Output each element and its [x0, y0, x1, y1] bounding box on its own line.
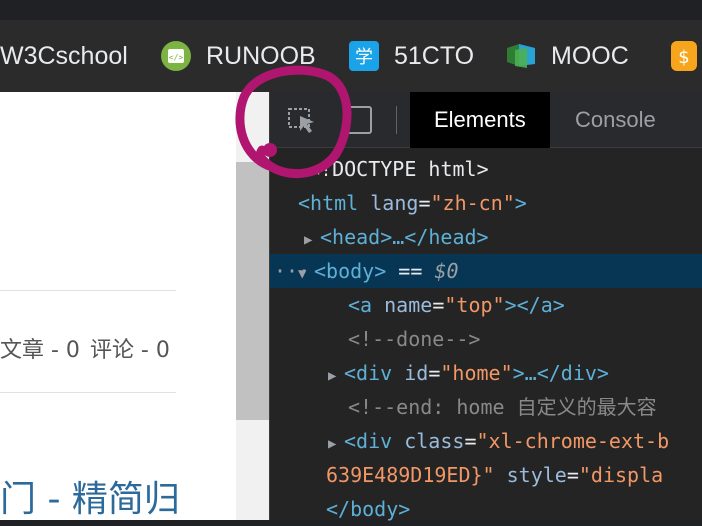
dom-node-html[interactable]: <html lang="zh-cn">: [270, 186, 702, 220]
bookmark-mooc[interactable]: MOOC: [505, 20, 629, 92]
bookmarks-bar: W3Cschool </> RUNOOB 学 51CTO MOOC $: [0, 20, 702, 92]
comments-count: 评论 - 0: [89, 338, 170, 363]
bookmark-label: MOOC: [551, 41, 629, 70]
dom-node-doctype[interactable]: <!DOCTYPE html>: [270, 152, 702, 186]
toolbar-separator: [396, 106, 397, 134]
more-actions-icon[interactable]: ···: [270, 254, 310, 288]
browser-top-strip: [0, 0, 702, 20]
divider: [0, 392, 176, 393]
device-toolbar-icon[interactable]: [344, 106, 372, 134]
mooc-icon: [507, 44, 535, 68]
post-title-link[interactable]: 门 - 精简归: [0, 470, 180, 520]
orange-s-icon: $: [671, 41, 697, 71]
bookmark-label: 51CTO: [394, 41, 475, 70]
devtools-panel: Elements Console <!DOCTYPE html> <html l…: [269, 92, 702, 521]
dom-node-div-home[interactable]: ▶ <div id="home">…</div>: [270, 356, 702, 390]
svg-text:学: 学: [355, 47, 373, 68]
dom-node-div-ext[interactable]: ▶ <div class="xl-chrome-ext-b: [270, 424, 702, 458]
tab-console[interactable]: Console: [551, 92, 680, 148]
page-scrollbar-thumb[interactable]: [236, 162, 269, 420]
bookmark-label: RUNOOB: [206, 41, 316, 70]
collapse-triangle-icon[interactable]: ▼: [298, 257, 314, 291]
bookmark-51cto[interactable]: 学 51CTO: [348, 20, 474, 92]
expand-triangle-icon[interactable]: ▶: [304, 223, 320, 257]
bookmark-w3cschool[interactable]: W3Cschool: [0, 20, 128, 92]
divider: [0, 290, 176, 291]
dom-node-comment[interactable]: <!--done-->: [270, 322, 702, 356]
dom-node-head[interactable]: ▶ <head>…</head>: [270, 220, 702, 254]
bookmark-runoob[interactable]: </> RUNOOB: [160, 20, 316, 92]
articles-count: 文章 - 0: [0, 338, 80, 363]
svg-text:$: $: [678, 47, 689, 68]
inspect-element-icon[interactable]: [288, 108, 316, 134]
tab-elements[interactable]: Elements: [410, 92, 550, 148]
web-page-content: 文章 - 0 评论 - 0 门 - 精简归: [0, 92, 236, 520]
svg-text:</>: </>: [169, 53, 184, 62]
dom-tree: <!DOCTYPE html> <html lang="zh-cn"> ▶ <he…: [270, 148, 702, 521]
51cto-icon: 学: [349, 41, 379, 71]
bookmark-label: W3Cschool: [0, 41, 128, 70]
dom-node-body-close[interactable]: </body>: [270, 492, 702, 526]
expand-triangle-icon[interactable]: ▶: [328, 427, 344, 461]
expand-triangle-icon[interactable]: ▶: [328, 359, 344, 393]
dom-node-div-ext-cont: 639E489D19ED}" style="displa: [326, 463, 664, 487]
dom-node-a[interactable]: <a name="top"></a>: [270, 288, 702, 322]
post-stats: 文章 - 0 评论 - 0: [0, 332, 180, 364]
runoob-icon: </>: [161, 41, 191, 71]
bookmark-orange[interactable]: $: [668, 20, 702, 92]
devtools-toolbar: Elements Console: [270, 92, 702, 148]
dom-node-comment[interactable]: <!--end: home 自定义的最大容: [270, 390, 702, 424]
dom-node-body-selected[interactable]: ···▼ <body> == $0: [270, 254, 702, 288]
